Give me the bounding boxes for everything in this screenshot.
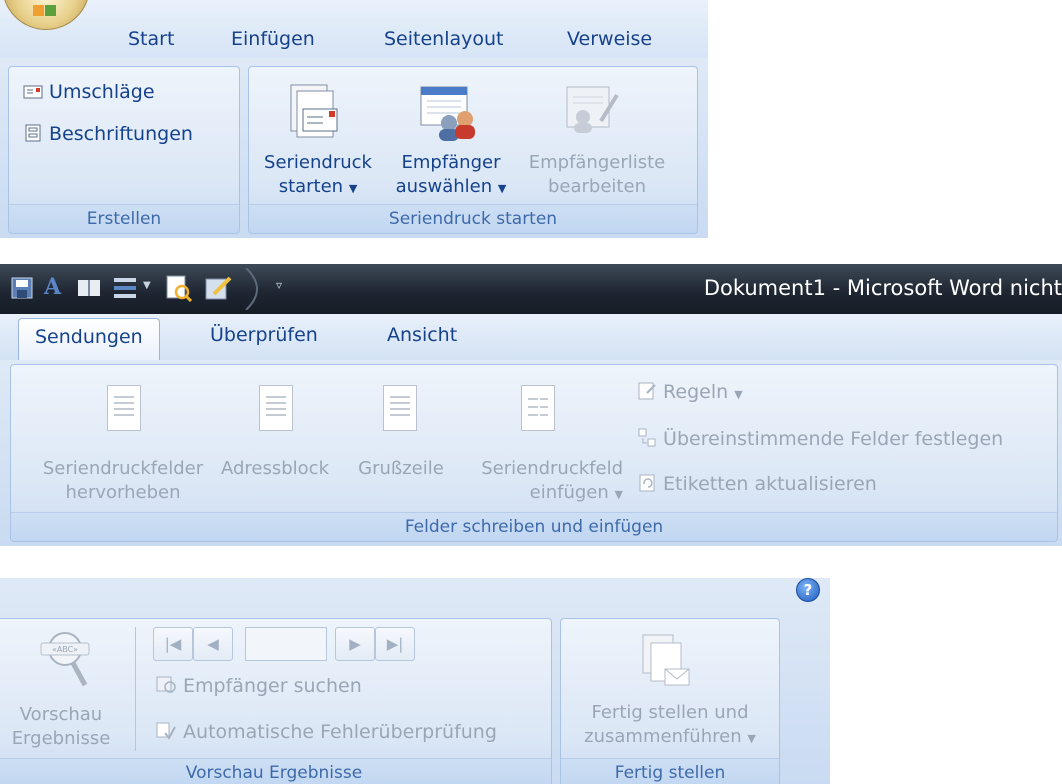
seriendruck-starten-line1: Seriendruck xyxy=(264,152,372,173)
list-icon[interactable] xyxy=(112,274,142,302)
ribbon-tab-bar-top: Start Einfügen Seitenlayout Verweise xyxy=(0,0,708,59)
empfaengerliste-line2: bearbeiten xyxy=(548,176,646,197)
print-preview-icon[interactable] xyxy=(164,274,194,302)
empfaenger-auswaehlen-line1: Empfänger xyxy=(401,152,501,173)
group-label-felder-schreiben: Felder schreiben und einfügen xyxy=(11,512,1057,541)
book-icon[interactable] xyxy=(76,276,102,300)
group-vorschau-ergebnisse: «ABC» Vorschau Ergebnisse |◀ ◀ ▶ ▶| Empf… xyxy=(0,618,552,784)
office-logo-icon xyxy=(45,5,56,16)
adressblock-label: Adressblock xyxy=(220,458,330,479)
group-label-vorschau-ergebnisse: Vorschau Ergebnisse xyxy=(0,758,551,784)
customize-qat-icon[interactable]: ▿ xyxy=(276,278,282,292)
regeln-label: Regeln xyxy=(663,381,729,403)
abc-badge: «ABC» xyxy=(52,645,78,654)
automatische-fehlerueberpruefung-label: Automatische Fehlerüberprüfung xyxy=(183,721,497,743)
title-bar: A ▼ ▿ Dokument1 - Microsoft Word nicht xyxy=(0,264,1062,314)
beschriftungen-button[interactable]: Beschriftungen xyxy=(23,123,193,145)
etiketten-aktualisieren-button[interactable]: Etiketten aktualisieren xyxy=(637,473,877,495)
umschlaege-button[interactable]: Umschläge xyxy=(23,81,155,103)
tab-start[interactable]: Start xyxy=(128,28,174,50)
chevron-down-icon[interactable]: ▼ xyxy=(143,280,151,291)
seriendruckfeld-line2: einfügen xyxy=(529,482,609,503)
group-seriendruck-starten: Seriendruck starten ▼ Empfänger auswähle… xyxy=(248,66,698,234)
ribbon-tab-bar-mid: Sendungen Überprüfen Ansicht xyxy=(0,314,1062,361)
fertig-stellen-line2: zusammenführen xyxy=(584,726,742,747)
tab-seitenlayout[interactable]: Seitenlayout xyxy=(384,28,504,50)
first-record-button[interactable]: |◀ xyxy=(153,627,193,661)
document-icon xyxy=(383,385,417,431)
document-icon xyxy=(259,385,293,431)
office-logo-icon xyxy=(33,5,44,16)
record-number-input[interactable] xyxy=(245,627,327,661)
tab-sendungen[interactable]: Sendungen xyxy=(18,318,160,360)
document-icon xyxy=(521,385,555,431)
help-icon[interactable]: ? xyxy=(796,578,820,602)
tab-einfuegen[interactable]: Einfügen xyxy=(231,28,315,50)
fertig-stellen-line1: Fertig stellen und xyxy=(591,702,749,723)
next-record-button[interactable]: ▶ xyxy=(335,627,375,661)
previous-record-button[interactable]: ◀ xyxy=(193,627,233,661)
tab-verweise[interactable]: Verweise xyxy=(567,28,652,50)
chevron-down-icon: ▼ xyxy=(348,182,358,195)
match-fields-icon xyxy=(638,428,656,447)
empfaenger-suchen-label: Empfänger suchen xyxy=(183,675,362,697)
font-icon[interactable]: A xyxy=(44,274,61,300)
automatische-fehlerueberpruefung-button[interactable]: Automatische Fehlerüberprüfung xyxy=(155,721,497,743)
seriendruckfelder-line1: Seriendruckfelder xyxy=(42,458,204,479)
save-icon[interactable] xyxy=(10,276,34,300)
group-erstellen: Umschläge Beschriftungen Erstellen xyxy=(8,66,240,234)
label-sheet-icon xyxy=(25,124,41,142)
beschriftungen-label: Beschriftungen xyxy=(49,123,193,145)
chevron-down-icon: ▼ xyxy=(734,388,743,401)
group-label-fertig-stellen: Fertig stellen xyxy=(561,758,779,784)
ribbon-panel-mid: Seriendruckfelder hervorheben Adressbloc… xyxy=(0,360,1062,546)
chevron-down-icon: ▼ xyxy=(497,182,507,195)
empfaenger-auswaehlen-line2: auswählen xyxy=(395,176,493,197)
separator xyxy=(135,627,136,751)
seriendruckfeld-line1: Seriendruckfeld xyxy=(481,458,623,479)
ribbon-panel-top: Umschläge Beschriftungen Erstellen Serie xyxy=(0,58,708,238)
group-label-erstellen: Erstellen xyxy=(9,204,239,233)
auto-check-errors-icon xyxy=(156,722,176,740)
envelope-icon xyxy=(23,85,43,99)
edit-recipient-list-icon xyxy=(566,86,619,133)
select-recipients-icon xyxy=(420,86,475,141)
vorschau-line1: Vorschau xyxy=(19,704,103,725)
group-fertig-stellen: Fertig stellen und zusammenführen ▼ Fert… xyxy=(560,618,780,784)
seriendruck-starten-line2: starten xyxy=(278,176,344,197)
vorschau-line2: Ergebnisse xyxy=(11,728,111,749)
edit-icon[interactable] xyxy=(204,274,234,302)
preview-results-icon: «ABC» xyxy=(40,632,90,687)
update-labels-icon xyxy=(639,474,655,492)
qat-separator xyxy=(245,268,258,310)
seriendruckfelder-line2: hervorheben xyxy=(65,482,181,503)
uebereinstimmende-felder-button[interactable]: Übereinstimmende Felder festlegen xyxy=(637,427,1003,450)
group-felder-schreiben: Seriendruckfelder hervorheben Adressbloc… xyxy=(10,364,1058,542)
umschlaege-label: Umschläge xyxy=(49,81,155,103)
tab-ansicht[interactable]: Ansicht xyxy=(387,324,457,346)
tab-ueberpruefen[interactable]: Überprüfen xyxy=(210,324,318,346)
last-record-button[interactable]: ▶| xyxy=(375,627,415,661)
etiketten-aktualisieren-label: Etiketten aktualisieren xyxy=(663,473,877,495)
group-label-seriendruck-starten: Seriendruck starten xyxy=(249,204,697,233)
window-title: Dokument1 - Microsoft Word nicht xyxy=(703,276,1062,300)
regeln-button[interactable]: Regeln ▼ xyxy=(637,381,743,403)
find-recipient-icon xyxy=(156,676,176,693)
office-button[interactable] xyxy=(2,0,90,30)
empfaengerliste-line1: Empfängerliste xyxy=(528,152,666,173)
uebereinstimmende-felder-label: Übereinstimmende Felder festlegen xyxy=(663,428,1004,450)
document-icon xyxy=(107,385,141,431)
chevron-down-icon: ▼ xyxy=(747,732,756,745)
grusszeile-label: Grußzeile xyxy=(358,458,444,479)
rules-icon xyxy=(638,382,656,400)
mail-merge-start-icon xyxy=(290,84,338,138)
finish-merge-icon xyxy=(642,634,690,686)
ribbon-panel-bottom: ? «ABC» Vorschau Ergebnisse |◀ ◀ ▶ ▶| Em… xyxy=(0,578,830,784)
chevron-down-icon: ▼ xyxy=(614,488,623,501)
empfaenger-suchen-button[interactable]: Empfänger suchen xyxy=(155,675,362,697)
